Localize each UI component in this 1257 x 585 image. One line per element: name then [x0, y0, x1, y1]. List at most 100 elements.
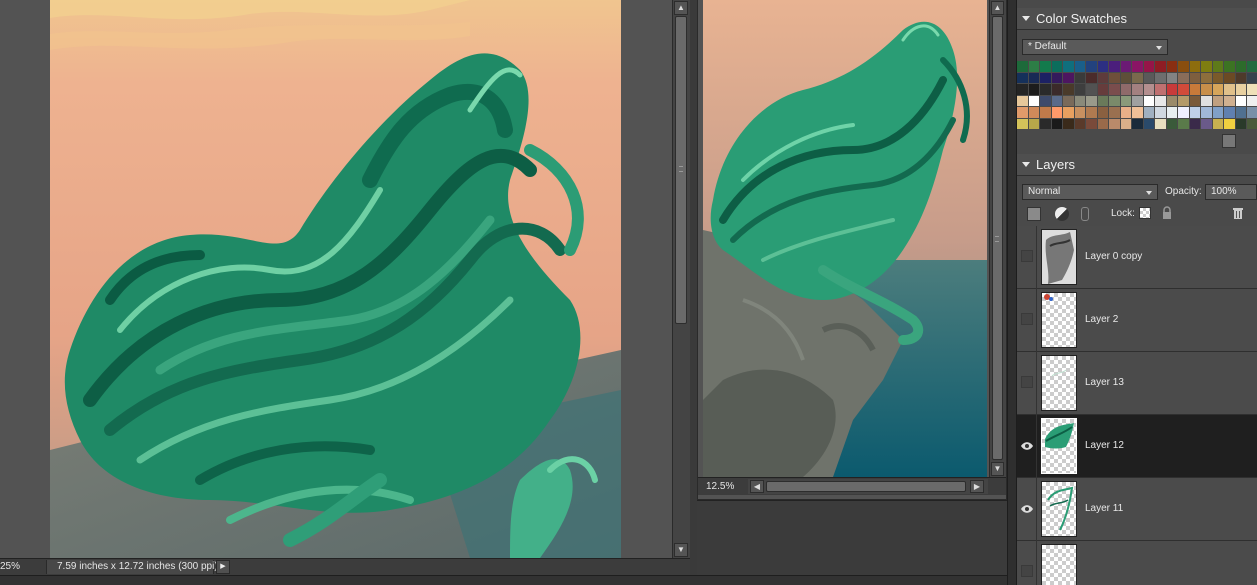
color-swatch[interactable]: [1235, 72, 1246, 83]
color-swatch[interactable]: [1074, 118, 1085, 129]
layer-row[interactable]: Layer 12: [1017, 415, 1257, 478]
color-swatch[interactable]: [1074, 95, 1085, 106]
color-swatch[interactable]: [1224, 107, 1235, 118]
color-swatch[interactable]: [1109, 61, 1120, 72]
color-swatch[interactable]: [1109, 84, 1120, 95]
color-swatch[interactable]: [1086, 72, 1097, 83]
color-swatch[interactable]: [1212, 118, 1223, 129]
color-swatch[interactable]: [1212, 84, 1223, 95]
color-swatch[interactable]: [1166, 72, 1177, 83]
visibility-box[interactable]: [1021, 376, 1033, 388]
color-swatch[interactable]: [1143, 72, 1154, 83]
color-swatch[interactable]: [1224, 84, 1235, 95]
new-layer-icon[interactable]: [1027, 207, 1041, 221]
info-menu-arrow-icon[interactable]: ▶: [216, 560, 230, 574]
collapse-triangle-icon[interactable]: [1022, 16, 1030, 21]
color-swatch[interactable]: [1132, 72, 1143, 83]
color-swatch[interactable]: [1201, 107, 1212, 118]
navigator-horizontal-scrollbar[interactable]: ◀ ▶: [748, 479, 988, 494]
color-swatch[interactable]: [1017, 107, 1028, 118]
color-swatch[interactable]: [1132, 95, 1143, 106]
color-swatch[interactable]: [1224, 61, 1235, 72]
color-swatch[interactable]: [1143, 107, 1154, 118]
lock-icon[interactable]: [1161, 206, 1173, 220]
color-swatch[interactable]: [1040, 61, 1051, 72]
color-swatch[interactable]: [1028, 107, 1039, 118]
color-swatch[interactable]: [1120, 95, 1131, 106]
color-swatch[interactable]: [1178, 84, 1189, 95]
color-swatch[interactable]: [1155, 84, 1166, 95]
color-swatch[interactable]: [1212, 107, 1223, 118]
color-swatch[interactable]: [1235, 61, 1246, 72]
color-swatch[interactable]: [1178, 61, 1189, 72]
color-swatch[interactable]: [1201, 118, 1212, 129]
visibility-toggle[interactable]: [1017, 541, 1037, 585]
scroll-thumb[interactable]: [766, 481, 966, 492]
color-swatch[interactable]: [1201, 61, 1212, 72]
color-swatch[interactable]: [1120, 84, 1131, 95]
main-canvas[interactable]: [50, 0, 621, 558]
color-swatch[interactable]: [1212, 72, 1223, 83]
color-swatch[interactable]: [1040, 72, 1051, 83]
visibility-box[interactable]: [1021, 313, 1033, 325]
color-swatch[interactable]: [1097, 107, 1108, 118]
color-swatch[interactable]: [1224, 118, 1235, 129]
trash-icon[interactable]: [1231, 206, 1245, 220]
color-swatch[interactable]: [1224, 95, 1235, 106]
color-swatch[interactable]: [1063, 118, 1074, 129]
color-swatch[interactable]: [1212, 61, 1223, 72]
collapse-triangle-icon[interactable]: [1022, 162, 1030, 167]
color-swatch[interactable]: [1235, 107, 1246, 118]
color-swatch[interactable]: [1086, 61, 1097, 72]
color-swatch[interactable]: [1051, 118, 1062, 129]
color-swatch[interactable]: [1017, 118, 1028, 129]
zoom-level[interactable]: 25%: [0, 561, 44, 574]
color-swatch[interactable]: [1178, 72, 1189, 83]
color-swatch[interactable]: [1017, 61, 1028, 72]
color-swatch[interactable]: [1109, 107, 1120, 118]
visibility-toggle[interactable]: [1017, 478, 1037, 541]
color-swatch[interactable]: [1086, 107, 1097, 118]
color-swatch[interactable]: [1189, 61, 1200, 72]
visibility-box[interactable]: [1021, 565, 1033, 577]
color-swatch[interactable]: [1235, 95, 1246, 106]
main-vertical-scrollbar[interactable]: ▲ ▼: [672, 0, 690, 558]
color-swatch[interactable]: [1178, 95, 1189, 106]
color-swatch[interactable]: [1086, 84, 1097, 95]
color-swatch[interactable]: [1017, 72, 1028, 83]
layer-thumbnail[interactable]: [1041, 418, 1077, 474]
visibility-toggle[interactable]: [1017, 226, 1037, 289]
color-swatch[interactable]: [1017, 84, 1028, 95]
color-swatch[interactable]: [1155, 72, 1166, 83]
color-swatch[interactable]: [1155, 107, 1166, 118]
color-swatch[interactable]: [1097, 61, 1108, 72]
layer-row[interactable]: [1017, 541, 1257, 585]
lock-transparency-icon[interactable]: [1139, 207, 1151, 219]
layer-row[interactable]: Layer 13: [1017, 352, 1257, 415]
opacity-field[interactable]: 100%: [1205, 184, 1257, 200]
layer-thumbnail[interactable]: [1041, 544, 1077, 585]
color-swatch[interactable]: [1155, 118, 1166, 129]
color-swatch[interactable]: [1235, 84, 1246, 95]
color-swatch[interactable]: [1247, 118, 1257, 129]
color-swatch[interactable]: [1189, 84, 1200, 95]
color-swatch[interactable]: [1143, 118, 1154, 129]
color-swatch[interactable]: [1132, 107, 1143, 118]
swatch-preset-dropdown[interactable]: * Default: [1022, 39, 1168, 55]
color-swatch[interactable]: [1247, 61, 1257, 72]
color-swatch[interactable]: [1028, 84, 1039, 95]
color-swatch[interactable]: [1063, 61, 1074, 72]
color-swatch[interactable]: [1040, 95, 1051, 106]
color-swatch[interactable]: [1120, 72, 1131, 83]
color-swatch[interactable]: [1109, 118, 1120, 129]
color-swatch[interactable]: [1074, 84, 1085, 95]
visibility-toggle[interactable]: [1017, 352, 1037, 415]
navigator-canvas[interactable]: [703, 0, 987, 477]
color-swatch[interactable]: [1189, 72, 1200, 83]
color-swatch[interactable]: [1189, 95, 1200, 106]
color-swatch[interactable]: [1040, 84, 1051, 95]
color-swatch[interactable]: [1051, 95, 1062, 106]
color-swatch[interactable]: [1132, 118, 1143, 129]
color-swatch[interactable]: [1201, 72, 1212, 83]
color-swatch[interactable]: [1143, 61, 1154, 72]
